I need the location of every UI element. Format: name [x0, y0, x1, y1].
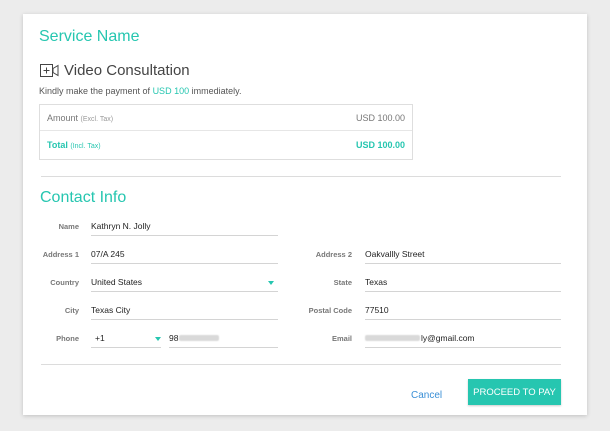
country-label: Country	[50, 278, 79, 287]
payment-amount: USD 100	[152, 86, 190, 96]
payment-suffix: immediately.	[189, 86, 242, 96]
country-select[interactable]: United States	[91, 275, 278, 292]
actions-divider	[41, 364, 561, 365]
phone-code-select[interactable]: +1	[91, 331, 161, 348]
address1-value: 07/A 245	[91, 249, 125, 259]
name-label: Name	[58, 222, 79, 231]
cancel-button[interactable]: Cancel	[411, 390, 442, 401]
video-camera-icon	[40, 64, 59, 77]
payment-summary-table: Amount (Excl. Tax) USD 100.00 Total (Inc…	[39, 104, 413, 160]
chevron-down-icon[interactable]	[268, 281, 274, 285]
country-value: United States	[91, 277, 143, 287]
service-name: Video Consultation	[64, 62, 190, 79]
email-field[interactable]: ly@gmail.com	[365, 331, 561, 348]
state-value: Texas	[365, 277, 388, 287]
phone-label: Phone	[56, 334, 79, 343]
phone-value: 98	[169, 333, 179, 343]
email-value: ly@gmail.com	[421, 333, 475, 343]
payment-prefix: Kindly make the payment of	[39, 86, 153, 96]
total-note: (Incl. Tax)	[70, 143, 101, 150]
postal-code-field[interactable]: 77510	[365, 303, 561, 320]
city-label: City	[64, 306, 79, 315]
amount-row: Amount (Excl. Tax) USD 100.00	[40, 105, 412, 131]
service-heading: Video Consultation	[40, 62, 190, 79]
total-value: USD 100.00	[355, 140, 405, 150]
city-field[interactable]: Texas City	[91, 303, 278, 320]
phone-code-value: +1	[95, 333, 105, 343]
payment-instruction: Kindly make the payment of USD 100 immed…	[39, 86, 241, 96]
address1-label: Address 1	[42, 250, 79, 259]
payment-card: Service Name Video Consultation Kindly m…	[23, 14, 587, 415]
total-label: Total	[47, 140, 68, 150]
address2-label: Address 2	[315, 250, 352, 259]
postal-code-label: Postal Code	[308, 306, 352, 315]
email-label: Email	[331, 334, 352, 343]
name-value: Kathryn N. Jolly	[91, 221, 151, 231]
amount-label: Amount	[47, 112, 79, 123]
city-value: Texas City	[91, 305, 131, 315]
chevron-down-icon[interactable]	[155, 337, 161, 341]
name-field[interactable]: Kathryn N. Jolly	[91, 219, 278, 236]
contact-section-title: Contact Info	[40, 189, 127, 206]
amount-note: (Excl. Tax)	[80, 115, 114, 123]
address2-field[interactable]: Oakvallly Street	[365, 247, 561, 264]
postal-code-value: 77510	[365, 305, 389, 315]
state-field[interactable]: Texas	[365, 275, 561, 292]
phone-number-field[interactable]: 98	[169, 331, 278, 348]
section-divider	[41, 176, 561, 177]
address1-field[interactable]: 07/A 245	[91, 247, 278, 264]
redacted-email	[365, 335, 420, 341]
address2-value: Oakvallly Street	[365, 249, 425, 259]
redacted-phone	[179, 335, 220, 341]
proceed-to-pay-button[interactable]: PROCEED TO PAY	[468, 379, 561, 405]
total-row: Total (Incl. Tax) USD 100.00	[40, 132, 412, 158]
service-section-title: Service Name	[39, 28, 140, 45]
amount-value: USD 100.00	[355, 112, 405, 123]
state-label: State	[333, 278, 352, 287]
